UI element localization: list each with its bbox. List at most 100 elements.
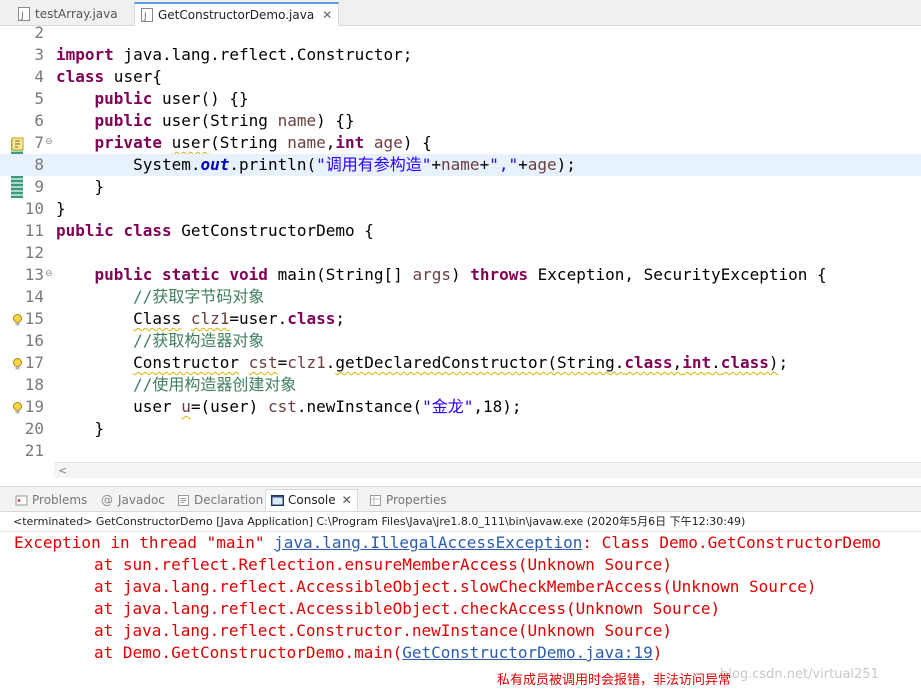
exception-class-link[interactable]: java.lang.IllegalAccessException (274, 533, 582, 552)
line-number: 9 (34, 177, 44, 196)
warning-bulb-icon[interactable] (11, 312, 24, 326)
tab-problems[interactable]: Problems (10, 489, 92, 511)
exception-line: Exception in thread "main" java.lang.Ill… (14, 532, 881, 554)
code-text: private user(String name,int age) { (94, 133, 432, 152)
line-number: 13 (24, 265, 44, 284)
code-editor[interactable]: 2 3 import java.lang.reflect.Constructor… (0, 26, 921, 478)
tab-properties[interactable]: Properties (364, 489, 452, 511)
code-text: //使用构造器创建对象 (133, 375, 297, 394)
code-line: 14 //获取字节码对象 (0, 286, 921, 308)
close-icon[interactable]: ✕ (322, 8, 332, 22)
code-text: public static void main(String[] args) t… (94, 265, 827, 284)
warning-bulb-icon[interactable] (11, 356, 24, 370)
code-text: public class GetConstructorDemo { (56, 221, 374, 240)
javadoc-icon: @ (101, 492, 113, 507)
declaration-icon (177, 494, 190, 507)
line-number: 3 (34, 45, 44, 64)
code-text: } (56, 177, 105, 196)
tab-label: Problems (32, 493, 88, 507)
code-line: 21 (0, 440, 921, 462)
code-line: 6 public user(String name) {} (0, 110, 921, 132)
code-text: user u=(user) cst.newInstance("金龙",18); (56, 397, 522, 416)
console-icon (271, 494, 284, 507)
code-text: Constructor cst=clz1.getDeclaredConstruc… (133, 353, 789, 372)
tab-label: Javadoc (118, 493, 165, 507)
line-number: 11 (24, 221, 44, 240)
svg-text:J: J (20, 11, 24, 21)
stack-frame: at java.lang.reflect.Constructor.newInst… (94, 621, 672, 640)
code-line: 13 ⊖ public static void main(String[] ar… (0, 264, 921, 286)
code-text: public user(String name) {} (94, 111, 355, 130)
stack-frame: at sun.reflect.Reflection.ensureMemberAc… (94, 555, 672, 574)
code-line: 12 (0, 242, 921, 264)
code-line: 16 //获取构造器对象 (0, 330, 921, 352)
line-number: 5 (34, 89, 44, 108)
tab-label: testArray.java (35, 7, 118, 21)
code-text: import java.lang.reflect.Constructor; (56, 45, 413, 64)
tab-getconstructordemo[interactable]: J GetConstructorDemo.java ✕ (134, 2, 340, 26)
code-line: 3 import java.lang.reflect.Constructor; (0, 44, 921, 66)
tab-console[interactable]: Console ✕ (265, 489, 358, 511)
stack-frame: at java.lang.reflect.AccessibleObject.sl… (94, 577, 817, 596)
code-line: 5 public user() {} (0, 88, 921, 110)
line-number: 10 (24, 199, 44, 218)
svg-text:J: J (143, 12, 147, 22)
code-text: System.out.println("调用有参构造"+name+","+age… (56, 155, 576, 174)
horizontal-scrollbar[interactable]: < (54, 462, 921, 478)
watermark: blog.csdn.net/virtual251 (720, 667, 879, 682)
warning-icon[interactable] (11, 136, 24, 151)
warning-bulb-icon[interactable] (11, 400, 24, 414)
code-line: 4 class user{ (0, 66, 921, 88)
line-number: 6 (34, 111, 44, 130)
line-number: 2 (34, 26, 44, 42)
line-number: 8 (34, 155, 44, 174)
line-number: 20 (24, 419, 44, 438)
view-tab-bar: Problems @ Javadoc Declaration Console ✕… (0, 486, 921, 512)
line-number: 14 (24, 287, 44, 306)
line-number: 16 (24, 331, 44, 350)
code-line: 10 } (0, 198, 921, 220)
code-line: 19 user u=(user) cst.newInstance("金龙",18… (0, 396, 921, 418)
tab-label: Console (288, 493, 336, 507)
line-number: 21 (24, 441, 44, 460)
code-line: 11 public class GetConstructorDemo { (0, 220, 921, 242)
tab-label: GetConstructorDemo.java (158, 7, 315, 22)
annotation-note: 私有成员被调用时会报错，非法访问异常 (497, 673, 732, 688)
stack-frame: at java.lang.reflect.AccessibleObject.ch… (94, 599, 721, 618)
line-number: 18 (24, 375, 44, 394)
stack-frame: at Demo.GetConstructorDemo.main(GetConst… (94, 642, 662, 664)
tab-declaration[interactable]: Declaration (172, 489, 268, 511)
source-link[interactable]: GetConstructorDemo.java:19 (402, 643, 652, 662)
exception-prefix: Exception in thread "main" (14, 533, 275, 552)
tab-javadoc[interactable]: @ Javadoc (96, 489, 170, 511)
code-text: //获取构造器对象 (133, 331, 265, 350)
code-line: 17 Constructor cst=clz1.getDeclaredConst… (0, 352, 921, 374)
code-line: 18 //使用构造器创建对象 (0, 374, 921, 396)
code-text: public user() {} (94, 89, 249, 108)
code-text: //获取字节码对象 (133, 287, 265, 306)
fold-toggle-icon[interactable]: ⊖ (45, 138, 53, 147)
exception-message: : Class Demo.GetConstructorDemo (582, 533, 881, 552)
code-text: } (56, 419, 105, 438)
java-file-icon: J (18, 7, 30, 21)
scroll-left-icon[interactable]: < (58, 463, 67, 478)
code-text: Class clz1=user.class; (133, 309, 346, 328)
code-line: 7 ⊖ private user(String name,int age) { (0, 132, 921, 154)
editor-tab-bar: J testArray.java J GetConstructorDemo.ja… (0, 0, 921, 26)
close-icon[interactable]: ✕ (342, 493, 352, 507)
properties-icon (369, 494, 382, 507)
code-line: 20 } (0, 418, 921, 440)
code-line-current: 8 System.out.println("调用有参构造"+name+","+a… (0, 154, 921, 176)
stack-frame-prefix: at Demo.GetConstructorDemo.main( (94, 643, 403, 662)
code-line: 15 Class clz1=user.class; (0, 308, 921, 330)
problems-icon (15, 494, 28, 507)
tab-label: Declaration (194, 493, 264, 507)
line-number: 4 (34, 67, 44, 86)
java-file-icon: J (141, 7, 153, 22)
code-text: } (56, 199, 66, 218)
tab-testarray[interactable]: J testArray.java (12, 2, 124, 26)
tab-label: Properties (386, 493, 447, 507)
line-number: 12 (24, 243, 44, 262)
fold-toggle-icon[interactable]: ⊖ (45, 270, 53, 279)
console-status-header: <terminated> GetConstructorDemo [Java Ap… (0, 512, 921, 532)
